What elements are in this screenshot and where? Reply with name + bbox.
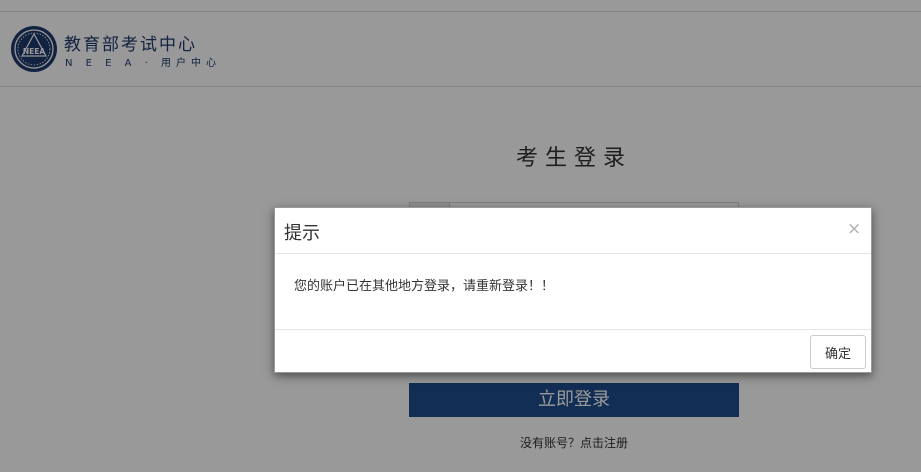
alert-dialog: 提示 × 您的账户已在其他地方登录，请重新登录！！ 确定 <box>274 207 872 373</box>
dialog-footer: 确定 <box>275 329 871 373</box>
page: NEEA 教育部考试中心 N E E A · 用户中心 考生登录 立即登录 没有… <box>0 0 921 472</box>
dialog-title: 提示 <box>284 223 320 244</box>
dialog-header: 提示 × <box>275 208 871 254</box>
confirm-button[interactable]: 确定 <box>810 335 866 369</box>
close-icon[interactable]: × <box>847 219 861 239</box>
dialog-message: 您的账户已在其他地方登录，请重新登录！！ <box>294 279 555 294</box>
dialog-body: 您的账户已在其他地方登录，请重新登录！！ <box>275 255 871 329</box>
